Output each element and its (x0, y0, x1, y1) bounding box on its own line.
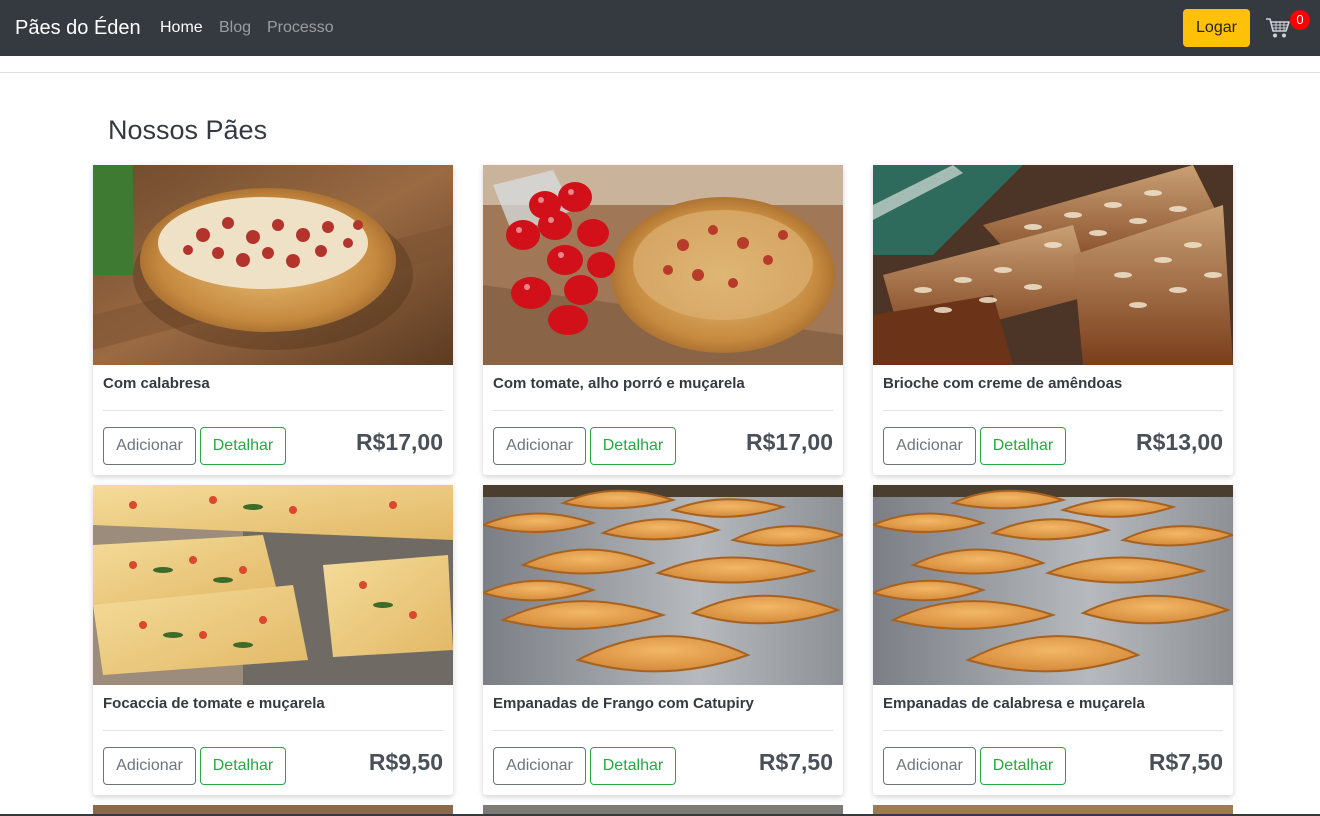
product-card: Com tomate, alho porró e muçarela Adicio… (483, 165, 843, 475)
card-divider (883, 730, 1223, 731)
add-to-cart-button[interactable]: Adicionar (493, 427, 586, 465)
empanadas-photo[interactable] (873, 485, 1233, 685)
details-button[interactable]: Detalhar (200, 427, 286, 465)
product-price: R$17,00 (746, 429, 833, 455)
login-button[interactable]: Logar (1183, 9, 1250, 47)
add-to-cart-button[interactable]: Adicionar (103, 747, 196, 785)
product-name: Com tomate, alho porró e muçarela (493, 375, 745, 392)
product-price: R$17,00 (356, 429, 443, 455)
cart-count-badge: 0 (1290, 10, 1310, 30)
shopping-cart-icon[interactable] (1265, 16, 1291, 40)
add-to-cart-button[interactable]: Adicionar (883, 427, 976, 465)
details-button[interactable]: Detalhar (200, 747, 286, 785)
top-navbar: Pães do Éden Home Blog Processo Logar 0 (0, 0, 1320, 56)
product-card: Com calabresa Adicionar Detalhar R$17,00 (93, 165, 453, 475)
details-button[interactable]: Detalhar (980, 747, 1066, 785)
focaccia-photo[interactable] (93, 485, 453, 685)
details-button[interactable]: Detalhar (980, 427, 1066, 465)
product-name: Brioche com creme de amêndoas (883, 375, 1123, 392)
card-divider (493, 730, 833, 731)
product-price: R$7,50 (758, 749, 833, 775)
product-price: R$13,00 (1136, 429, 1223, 455)
product-price: R$7,50 (1148, 749, 1223, 775)
almond-brioche-photo[interactable] (873, 165, 1233, 365)
product-card: Brioche com creme de amêndoas Adicionar … (873, 165, 1233, 475)
product-name: Com calabresa (103, 375, 210, 392)
details-button[interactable]: Detalhar (590, 747, 676, 785)
card-divider (493, 410, 833, 411)
empanadas-photo[interactable] (483, 485, 843, 685)
nav-link-processo[interactable]: Processo (267, 19, 334, 37)
calabresa-bread-photo[interactable] (93, 165, 453, 365)
product-card: Empanadas de calabresa e muçarela Adicio… (873, 485, 1233, 795)
product-name: Empanadas de Frango com Catupiry (493, 695, 754, 712)
nav-link-blog[interactable]: Blog (219, 19, 251, 37)
card-divider (103, 410, 443, 411)
product-card: Focaccia de tomate e muçarela Adicionar … (93, 485, 453, 795)
details-button[interactable]: Detalhar (590, 427, 676, 465)
tomato-bread-photo[interactable] (483, 165, 843, 365)
header-divider (0, 72, 1320, 73)
add-to-cart-button[interactable]: Adicionar (103, 427, 196, 465)
card-divider (883, 410, 1223, 411)
product-name: Focaccia de tomate e muçarela (103, 695, 325, 712)
product-name: Empanadas de calabresa e muçarela (883, 695, 1145, 712)
brand-logo[interactable]: Pães do Éden (15, 15, 141, 41)
section-title: Nossos Pães (108, 115, 268, 145)
add-to-cart-button[interactable]: Adicionar (493, 747, 586, 785)
nav-link-home[interactable]: Home (160, 19, 203, 37)
product-card: Empanadas de Frango com Catupiry Adicion… (483, 485, 843, 795)
add-to-cart-button[interactable]: Adicionar (883, 747, 976, 785)
card-divider (103, 730, 443, 731)
product-price: R$9,50 (368, 749, 443, 775)
